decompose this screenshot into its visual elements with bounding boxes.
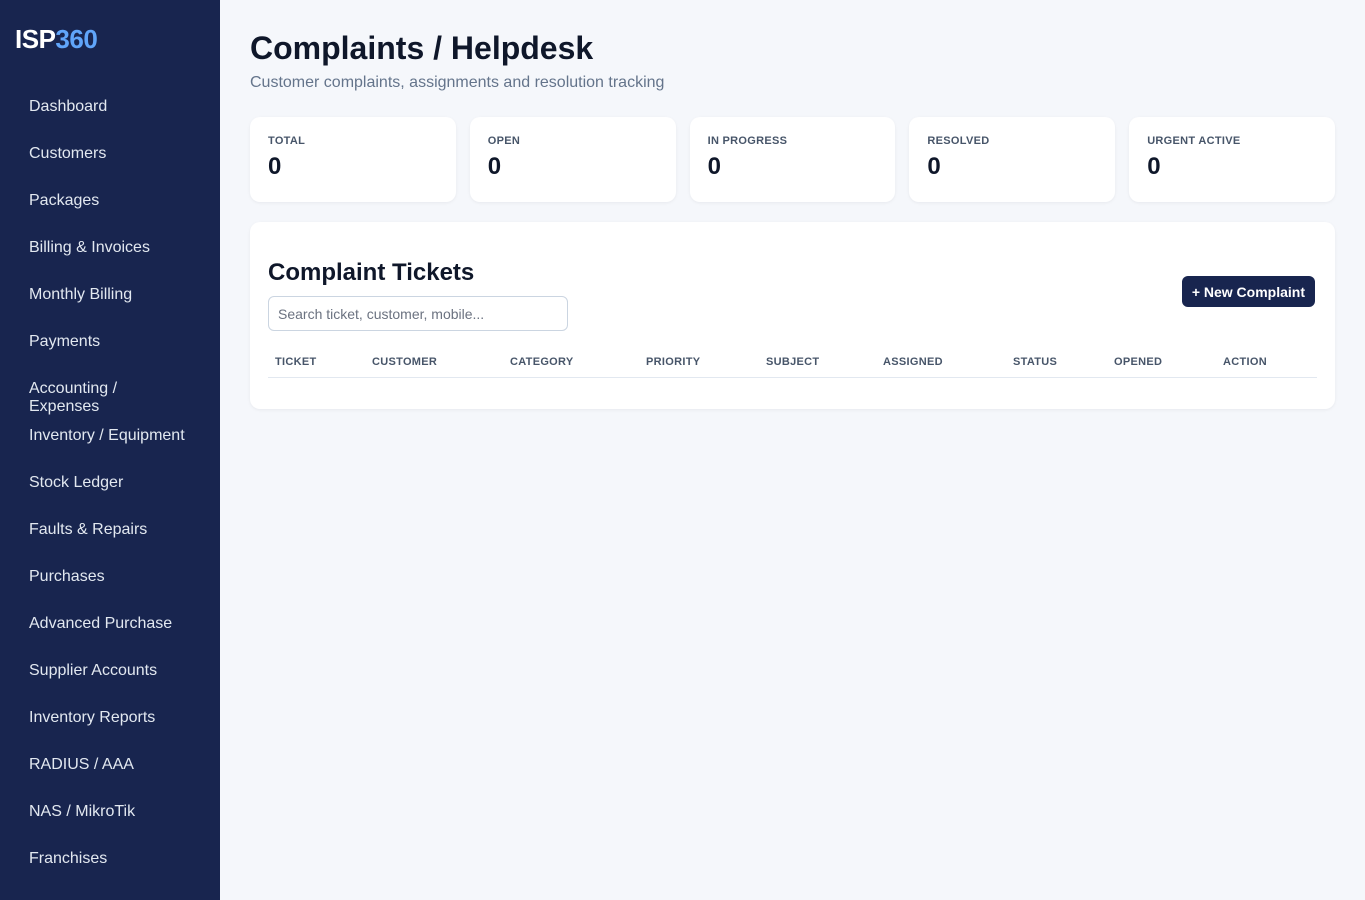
stat-card-in-progress: IN PROGRESS 0 (689, 117, 896, 202)
stat-label: RESOLVED (927, 135, 990, 147)
sidebar-item-label: Customers (29, 145, 107, 162)
sidebar-nav: Dashboard Customers Packages Billing & I… (0, 76, 220, 895)
stats-row: TOTAL 0 OPEN 0 IN PROGRESS 0 RESOLVED 0 … (250, 117, 1335, 202)
app-root: ISP360 Dashboard Customers Packages Bill… (0, 0, 1365, 900)
app-logo[interactable]: ISP360 (0, 0, 220, 76)
sidebar-item-inventory-reports[interactable]: Inventory Reports (0, 707, 220, 754)
stat-card-total: TOTAL 0 (250, 117, 456, 202)
complaint-tickets-panel: Complaint Tickets + New Complaint TICKET… (250, 222, 1335, 409)
tickets-table: TICKET CUSTOMER CATEGORY PRIORITY SUBJEC… (268, 351, 1317, 378)
column-header-customer[interactable]: CUSTOMER (365, 351, 503, 378)
sidebar-item-label: Supplier Accounts (29, 662, 158, 679)
stat-value: 0 (268, 153, 282, 180)
sidebar-item-purchases[interactable]: Purchases (0, 566, 220, 613)
sidebar-item-label: Inventory Reports (29, 709, 156, 726)
sidebar-item-packages[interactable]: Packages (0, 190, 220, 237)
sidebar-item-label: Monthly Billing (29, 286, 133, 303)
page-subtitle: Customer complaints, assignments and res… (250, 74, 665, 91)
column-header-ticket[interactable]: TICKET (268, 351, 365, 378)
sidebar-item-inventory-equipment[interactable]: Inventory / Equipment (0, 425, 220, 472)
logo-text-360: 360 (55, 24, 98, 54)
column-header-subject[interactable]: SUBJECT (759, 351, 876, 378)
sidebar-item-franchises[interactable]: Franchises (0, 848, 220, 895)
sidebar-item-label: Inventory / Equipment (29, 427, 185, 444)
sidebar: ISP360 Dashboard Customers Packages Bill… (0, 0, 220, 900)
new-complaint-button[interactable]: + New Complaint (1181, 276, 1315, 307)
panel-title: Complaint Tickets (268, 259, 475, 286)
stat-value: 0 (1147, 153, 1161, 180)
sidebar-item-label: Purchases (29, 568, 105, 585)
sidebar-item-nas-mikrotik[interactable]: NAS / MikroTik (0, 801, 220, 848)
column-header-action[interactable]: ACTION (1216, 351, 1317, 378)
sidebar-item-label: Franchises (29, 850, 108, 867)
sidebar-item-accounting-expenses[interactable]: Accounting / Expenses (0, 378, 150, 425)
stat-value: 0 (927, 153, 941, 180)
column-header-category[interactable]: CATEGORY (503, 351, 639, 378)
stat-value: 0 (487, 153, 502, 180)
stat-label: TOTAL (268, 135, 306, 147)
sidebar-item-stock-ledger[interactable]: Stock Ledger (0, 472, 220, 519)
stat-label: URGENT ACTIVE (1147, 135, 1241, 147)
sidebar-item-label: Stock Ledger (29, 474, 124, 491)
stat-card-open: OPEN 0 (469, 117, 676, 202)
sidebar-item-label: Dashboard (29, 98, 108, 115)
stat-card-urgent-active: URGENT ACTIVE 0 (1129, 117, 1335, 202)
sidebar-item-label: Payments (29, 333, 101, 350)
logo-text-isp: ISP (15, 24, 56, 54)
sidebar-item-supplier-accounts[interactable]: Supplier Accounts (0, 660, 220, 707)
stat-label: IN PROGRESS (707, 135, 788, 147)
main-content: Complaints / Helpdesk Customer complaint… (220, 0, 1365, 900)
sidebar-item-faults-repairs[interactable]: Faults & Repairs (0, 519, 220, 566)
sidebar-item-label: Packages (29, 192, 100, 209)
stat-value: 0 (707, 153, 721, 180)
sidebar-item-dashboard[interactable]: Dashboard (0, 96, 220, 143)
sidebar-item-label: Advanced Purchase (29, 615, 173, 632)
search-input[interactable] (268, 296, 568, 331)
stat-label: OPEN (487, 135, 521, 147)
column-header-assigned[interactable]: ASSIGNED (876, 351, 1006, 378)
page-title: Complaints / Helpdesk (250, 30, 594, 66)
sidebar-item-radius-aaa[interactable]: RADIUS / AAA (0, 754, 220, 801)
stat-card-resolved: RESOLVED 0 (909, 117, 1116, 202)
sidebar-item-label: Billing & Invoices (29, 239, 150, 256)
sidebar-item-billing-invoices[interactable]: Billing & Invoices (0, 237, 220, 284)
column-header-status[interactable]: STATUS (1006, 351, 1107, 378)
sidebar-item-monthly-billing[interactable]: Monthly Billing (0, 284, 220, 331)
sidebar-item-payments[interactable]: Payments (0, 331, 220, 378)
table-header-row: TICKET CUSTOMER CATEGORY PRIORITY SUBJEC… (268, 351, 1317, 378)
sidebar-item-label: Accounting / Expenses (29, 380, 118, 415)
column-header-opened[interactable]: OPENED (1107, 351, 1216, 378)
sidebar-item-advanced-purchase[interactable]: Advanced Purchase (0, 613, 220, 660)
sidebar-item-label: Faults & Repairs (29, 521, 148, 538)
sidebar-item-label: NAS / MikroTik (29, 803, 136, 820)
sidebar-item-customers[interactable]: Customers (0, 143, 220, 190)
sidebar-item-label: RADIUS / AAA (29, 756, 134, 773)
column-header-priority[interactable]: PRIORITY (639, 351, 759, 378)
